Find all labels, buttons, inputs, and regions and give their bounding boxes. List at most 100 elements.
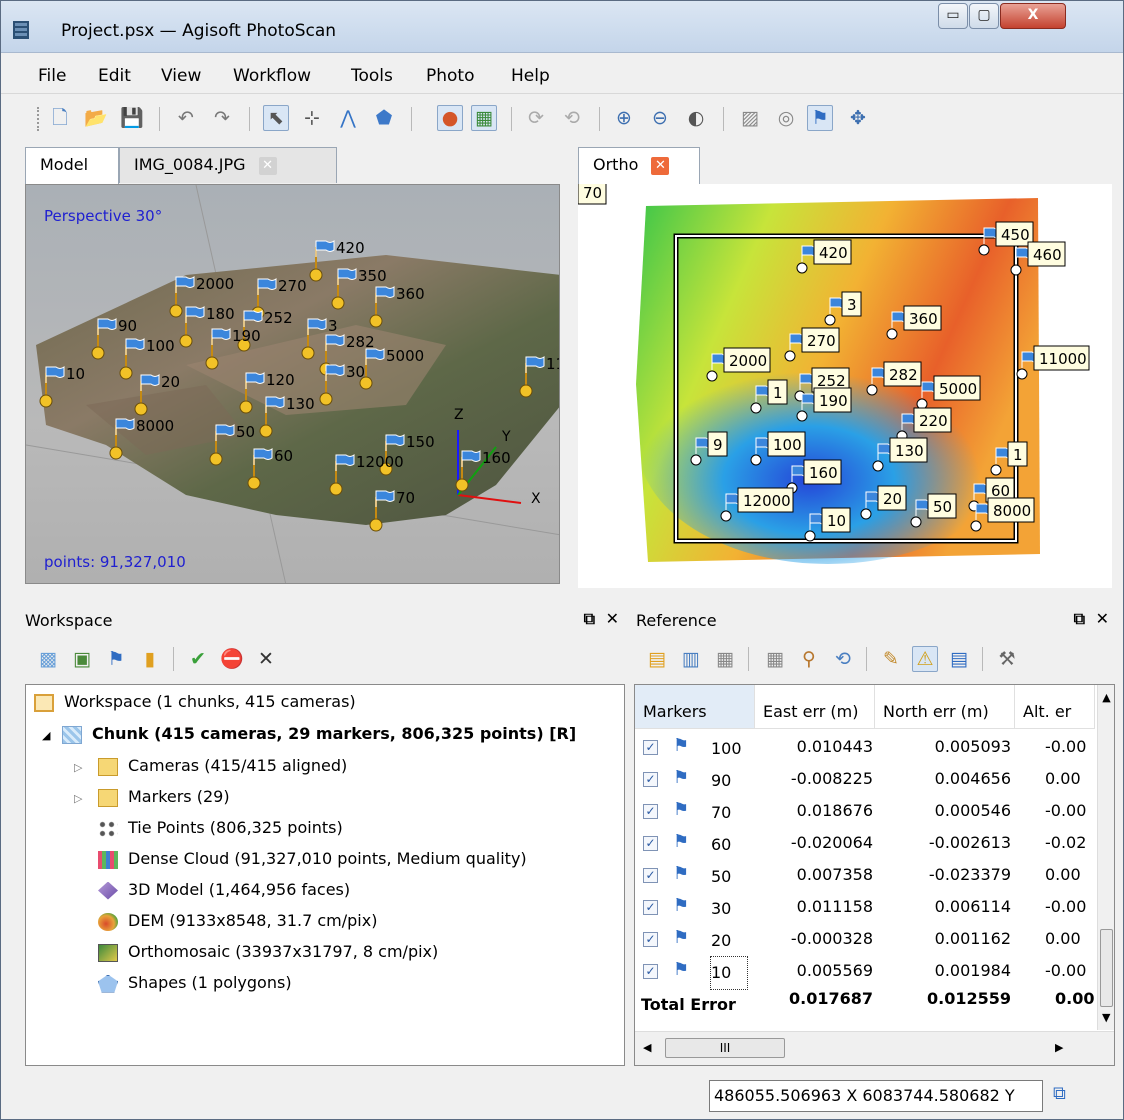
tree-item[interactable]: Tie Points (806,325 points) xyxy=(74,813,343,843)
marker-checkbox[interactable]: ✓ xyxy=(643,868,658,883)
marker-point[interactable] xyxy=(990,464,1002,476)
marker-checkbox[interactable]: ✓ xyxy=(643,932,658,947)
ruler-icon[interactable]: ⋀ xyxy=(335,105,361,131)
float-icon[interactable]: ⧉ xyxy=(584,609,595,629)
polygon-icon[interactable]: ⬟ xyxy=(371,105,397,131)
menu-edit[interactable]: Edit xyxy=(98,66,131,86)
close-button[interactable]: X xyxy=(1000,3,1066,29)
expand-icon[interactable]: ▷ xyxy=(74,753,98,783)
calculator-icon[interactable]: ▦ xyxy=(762,646,788,672)
marker-point[interactable] xyxy=(301,346,315,360)
menu-view[interactable]: View xyxy=(161,66,201,86)
tree-item[interactable]: DEM (9133x8548, 31.7 cm/pix) xyxy=(74,906,377,936)
zoom-out-icon[interactable]: ⊖ xyxy=(647,105,673,131)
marker-point[interactable] xyxy=(886,328,898,340)
marker-point[interactable] xyxy=(796,262,808,274)
tab-image[interactable]: IMG_0084.JPG ✕ xyxy=(119,147,337,183)
marker-point[interactable] xyxy=(872,460,884,472)
collapse-icon[interactable]: ◢ xyxy=(42,721,62,751)
add-photos-icon[interactable]: ▣ xyxy=(69,646,95,672)
marker-checkbox[interactable]: ✓ xyxy=(643,740,658,755)
marker-point[interactable] xyxy=(329,482,343,496)
scroll-up-icon[interactable]: ▲ xyxy=(1098,691,1114,704)
marker-point[interactable] xyxy=(866,384,878,396)
tab-ortho[interactable]: Ortho ✕ xyxy=(578,147,700,186)
scroll-right-icon[interactable]: ▶ xyxy=(1055,1041,1063,1054)
wand-icon[interactable]: ⚲ xyxy=(796,646,822,672)
marker-point[interactable] xyxy=(824,314,836,326)
update-icon[interactable]: ⟲ xyxy=(830,646,856,672)
marker-name[interactable]: 60 xyxy=(711,829,751,861)
menu-file[interactable]: File xyxy=(38,66,66,86)
marker-name[interactable]: 90 xyxy=(711,765,751,797)
scroll-down-icon[interactable]: ▼ xyxy=(1102,1011,1110,1024)
maximize-button[interactable]: ▢ xyxy=(969,3,999,29)
refresh-icon[interactable]: ⟲ xyxy=(559,105,585,131)
marker-point[interactable] xyxy=(205,356,219,370)
undo-icon[interactable]: ↶ xyxy=(173,105,199,131)
marker-name[interactable]: 100 xyxy=(711,733,751,765)
marker-point[interactable] xyxy=(134,402,148,416)
toolbar-grip[interactable] xyxy=(37,107,41,131)
close-tab-icon[interactable]: ✕ xyxy=(651,156,670,175)
save-icon[interactable]: 💾 xyxy=(119,105,145,131)
camera-icon[interactable]: ◎ xyxy=(773,105,799,131)
minimize-button[interactable]: ▭ xyxy=(938,3,968,29)
marker-point[interactable] xyxy=(1016,368,1028,380)
workspace-root[interactable]: Workspace (1 chunks, 415 cameras) xyxy=(34,687,356,717)
col-east-err[interactable]: East err (m) xyxy=(755,685,875,729)
marker-point[interactable] xyxy=(119,366,133,380)
redo-icon[interactable]: ↷ xyxy=(209,105,235,131)
marker-checkbox[interactable]: ✓ xyxy=(643,804,658,819)
ortho-viewport[interactable]: 420 450 460 3 360 270 2000 11000 252 282 1 190 5000 2… xyxy=(578,184,1112,588)
marker-checkbox[interactable]: ✓ xyxy=(643,836,658,851)
marker-point[interactable] xyxy=(784,350,796,362)
tree-item[interactable]: 3D Model (1,464,956 faces) xyxy=(74,875,350,905)
remove-icon[interactable]: ✕ xyxy=(253,646,279,672)
col-north-err[interactable]: North err (m) xyxy=(875,685,1015,729)
marker-point[interactable] xyxy=(750,454,762,466)
chunk-node[interactable]: ◢ Chunk (415 cameras, 29 markers, 806,325… xyxy=(42,719,576,749)
new-icon[interactable]: 🗋 xyxy=(47,105,73,131)
ortho-icon[interactable]: ▦ xyxy=(471,105,497,131)
marker-point[interactable] xyxy=(109,446,123,460)
tree-item[interactable]: Shapes (1 polygons) xyxy=(74,968,292,998)
marker-name[interactable]: 30 xyxy=(711,893,751,925)
marker-point[interactable] xyxy=(804,530,816,542)
add-marker-icon[interactable]: ⚑ xyxy=(103,646,129,672)
marker-point[interactable] xyxy=(39,394,53,408)
marker-point[interactable] xyxy=(331,296,345,310)
marker-name[interactable]: 20 xyxy=(711,925,751,957)
marker-name[interactable]: 70 xyxy=(711,797,751,829)
horizontal-scroll-thumb[interactable]: III xyxy=(665,1038,785,1058)
marker-point[interactable] xyxy=(910,516,922,528)
rotate-icon[interactable]: ⟳ xyxy=(523,105,549,131)
marker-point[interactable] xyxy=(978,244,990,256)
marker-point[interactable] xyxy=(309,268,323,282)
dem-icon[interactable]: ● xyxy=(437,105,463,131)
vertical-scroll-thumb[interactable] xyxy=(1100,929,1113,1007)
marker-point[interactable] xyxy=(706,370,718,382)
view-errors-icon[interactable]: ⚠ xyxy=(912,646,938,672)
marker-checkbox[interactable]: ✓ xyxy=(643,964,658,979)
disable-icon[interactable]: ⛔ xyxy=(219,646,245,672)
marker-point[interactable] xyxy=(91,346,105,360)
table-icon[interactable]: ▦ xyxy=(712,646,738,672)
marker-name[interactable]: 10 xyxy=(710,956,748,990)
marker-point[interactable] xyxy=(239,400,253,414)
marker-icon[interactable]: ⚑ xyxy=(807,105,833,131)
settings-icon[interactable]: ⚒ xyxy=(994,646,1020,672)
view-source-icon[interactable]: ✎ xyxy=(878,646,904,672)
marker-point[interactable] xyxy=(369,314,383,328)
float-icon[interactable]: ⧉ xyxy=(1074,609,1085,629)
marker-point[interactable] xyxy=(179,334,193,348)
marker-point[interactable] xyxy=(369,518,383,532)
point-icon[interactable]: ⊹ xyxy=(299,105,325,131)
import-icon[interactable]: ▤ xyxy=(644,646,670,672)
menu-tools[interactable]: Tools xyxy=(351,66,393,86)
view-variance-icon[interactable]: ▤ xyxy=(946,646,972,672)
tree-item[interactable]: Dense Cloud (91,327,010 points, Medium q… xyxy=(74,844,527,874)
marker-point[interactable] xyxy=(455,478,469,492)
marker-point[interactable] xyxy=(247,476,261,490)
add-chunk-icon[interactable]: ▩ xyxy=(35,646,61,672)
